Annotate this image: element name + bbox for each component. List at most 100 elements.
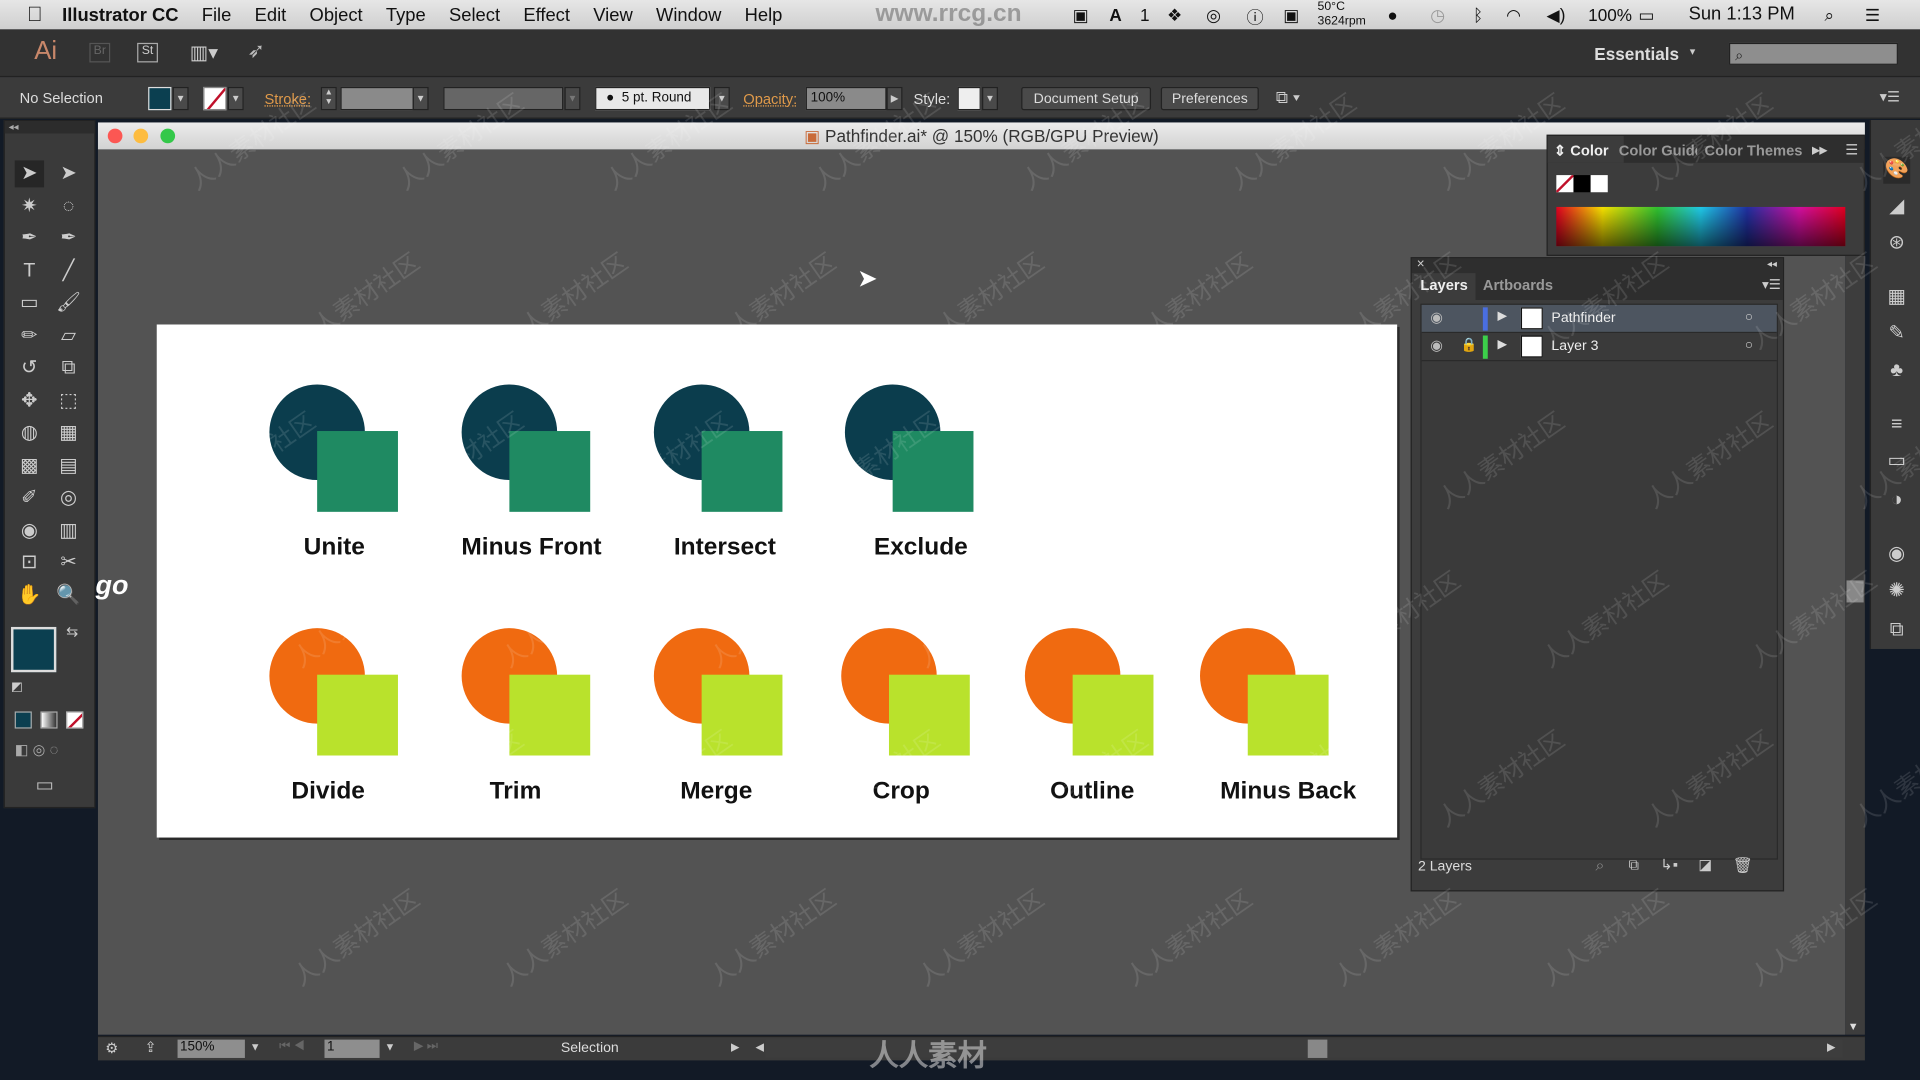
stroke-weight-dropdown[interactable]: ▼ — [412, 86, 429, 111]
white-swatch[interactable] — [1590, 175, 1608, 193]
artboard[interactable]: Unite Minus Front Intersect Exclude Divide Tr… — [156, 324, 1398, 838]
lasso-tool-icon[interactable]: ◌ — [54, 193, 83, 220]
layers-menu-icon[interactable]: ▾☰ — [1762, 277, 1781, 293]
menu-type[interactable]: Type — [386, 4, 426, 25]
expand-triangle-icon[interactable]: ▶ — [1498, 310, 1507, 323]
wifi-icon[interactable]: ◠ — [1506, 5, 1521, 26]
color-mode-button[interactable] — [14, 711, 32, 729]
default-colors-icon[interactable]: ◩ — [11, 681, 23, 694]
lock-icon[interactable]: 🔒 — [1461, 337, 1478, 353]
magic-wand-tool-icon[interactable]: ✷ — [15, 193, 44, 220]
scroll-down-arrow[interactable]: ▼ — [1848, 1020, 1859, 1032]
color-guide-icon[interactable]: ◢ — [1883, 193, 1910, 220]
layer-name[interactable]: Pathfinder — [1551, 311, 1615, 326]
paintbrush-tool-icon[interactable]: 🖌 — [54, 290, 83, 317]
symbols-icon[interactable]: ♣ — [1883, 358, 1910, 385]
rotate-tool-icon[interactable]: ↺ — [15, 355, 44, 382]
drawing-modes-icon[interactable]: ◧ ◎ ◌ — [15, 741, 59, 758]
square-shape[interactable] — [888, 674, 970, 756]
tab-color-themes[interactable]: Color Themes — [1704, 142, 1804, 159]
puppet-warp-tool-icon[interactable]: ✥ — [15, 388, 44, 415]
tab-color[interactable]: ⇕ Color — [1554, 142, 1609, 159]
expand-tabs-icon[interactable]: ▸▸ — [1812, 141, 1827, 158]
make-clipping-mask-icon[interactable]: ⧉ — [1629, 856, 1640, 874]
column-graph-tool-icon[interactable]: ▥ — [54, 517, 83, 544]
zoom-field[interactable]: 150% — [177, 1039, 245, 1058]
opacity-label[interactable]: Opacity: — [743, 91, 797, 108]
apple-icon[interactable]:  — [27, 2, 43, 26]
perspective-grid-tool-icon[interactable]: ▦ — [54, 420, 83, 447]
fill-swatch[interactable] — [148, 86, 172, 111]
square-shape[interactable] — [317, 674, 398, 756]
artboard-tool-icon[interactable]: ⊡ — [15, 550, 44, 577]
brushes-icon[interactable]: ✎ — [1883, 321, 1910, 348]
arrange-documents-icon[interactable]: ▥▾ — [190, 40, 218, 64]
control-menu-icon[interactable]: ▾☰ — [1880, 88, 1901, 105]
square-shape[interactable] — [1072, 674, 1154, 756]
scale-tool-icon[interactable]: ⧉ — [54, 355, 83, 382]
collapse-panel-icon[interactable]: ◂◂ — [1767, 258, 1777, 269]
stroke-weight-stepper[interactable]: ▲ ▼ — [320, 86, 337, 111]
appearance-icon[interactable]: ◉ — [1883, 541, 1910, 568]
clock[interactable]: Sun 1:13 PM — [1689, 4, 1795, 25]
close-window-button[interactable] — [107, 128, 123, 144]
spotlight-icon[interactable]: ⌕ — [1824, 5, 1834, 26]
visibility-eye-icon[interactable]: ◉ — [1430, 337, 1443, 354]
1password-icon[interactable]: ⓘ — [1247, 5, 1264, 29]
blend-tool-icon[interactable]: ◎ — [54, 485, 83, 512]
close-panel-icon[interactable]: × — [1417, 257, 1425, 272]
eyedropper-tool-icon[interactable]: ✐ — [15, 485, 44, 512]
fill-color-box[interactable] — [11, 626, 57, 673]
opacity-field[interactable]: 100% — [805, 86, 887, 111]
workspace-switcher[interactable]: Essentials — [1594, 44, 1679, 64]
stroke-dropdown[interactable]: ▼ — [227, 86, 244, 111]
current-tool-status[interactable]: Selection — [561, 1041, 619, 1056]
black-swatch[interactable] — [1573, 175, 1591, 193]
eraser-tool-icon[interactable]: ▱ — [54, 323, 83, 350]
create-sublayer-icon[interactable]: ↳▪ — [1660, 856, 1678, 873]
screen-mode-icon[interactable]: ▭ — [36, 773, 55, 797]
delete-layer-icon[interactable]: 🗑 — [1733, 856, 1753, 876]
bridge-button[interactable]: Br — [89, 42, 111, 63]
notification-center-icon[interactable]: ☰ — [1865, 5, 1880, 26]
swatches-icon[interactable]: ▦ — [1883, 284, 1910, 311]
layers-panel-icon[interactable]: ⧉ — [1883, 617, 1910, 644]
hand-tool-icon[interactable]: ✋ — [15, 582, 44, 609]
opacity-arrow[interactable]: ▶ — [886, 86, 903, 111]
creative-cloud-icon[interactable]: ◎ — [1206, 5, 1221, 26]
square-shape[interactable] — [892, 431, 974, 512]
menu-select[interactable]: Select — [449, 4, 500, 25]
color-spectrum[interactable] — [1556, 206, 1846, 247]
transparency-icon[interactable]: ◑ — [1883, 487, 1910, 514]
style-dropdown[interactable]: ▼ — [982, 86, 998, 111]
minimize-window-button[interactable] — [133, 128, 149, 144]
square-shape[interactable] — [317, 431, 398, 512]
scroll-right-arrow[interactable]: ▶ — [1827, 1041, 1835, 1054]
curvature-tool-icon[interactable]: ✒ — [54, 225, 83, 252]
first-artboard-button[interactable]: ⏮ ◀ — [279, 1040, 304, 1053]
shape-builder-tool-icon[interactable]: ◍ — [15, 420, 44, 447]
camera-icon[interactable]: ▣ — [1073, 5, 1089, 26]
gradient-icon[interactable]: ▭ — [1883, 448, 1910, 475]
stroke-weight-field[interactable] — [340, 86, 414, 111]
dropbox-icon[interactable]: ❖ — [1167, 5, 1182, 26]
stroke-swatch[interactable] — [203, 86, 227, 111]
target-circle-icon[interactable]: ○ — [1745, 310, 1753, 325]
menu-edit[interactable]: Edit — [255, 4, 287, 25]
gpu-performance-icon[interactable]: ⚙ — [105, 1040, 118, 1057]
symbol-sprayer-tool-icon[interactable]: ◉ — [15, 517, 44, 544]
tab-color-guide[interactable]: Color Guide — [1619, 142, 1697, 159]
graphic-styles-icon[interactable]: ✺ — [1883, 578, 1910, 605]
layer-name[interactable]: Layer 3 — [1551, 339, 1598, 354]
status-menu-arrow[interactable]: ▶ — [731, 1041, 739, 1054]
menu-object[interactable]: Object — [310, 4, 363, 25]
tab-layers[interactable]: Layers — [1420, 277, 1467, 294]
artboard-dropdown[interactable]: ▼ — [384, 1041, 395, 1053]
vertical-scrollbar[interactable]: ▼ — [1845, 149, 1865, 1035]
layer-row[interactable]: ◉ 🔒 ▶ Layer 3 ○ — [1421, 333, 1777, 362]
panel-menu-icon[interactable]: ☰ — [1845, 141, 1858, 158]
vertical-scroll-thumb[interactable] — [1846, 580, 1864, 603]
style-swatch[interactable] — [957, 86, 981, 111]
zoom-tool-icon[interactable]: 🔍 — [54, 582, 83, 609]
color-themes-icon[interactable]: ⊛ — [1883, 230, 1910, 257]
